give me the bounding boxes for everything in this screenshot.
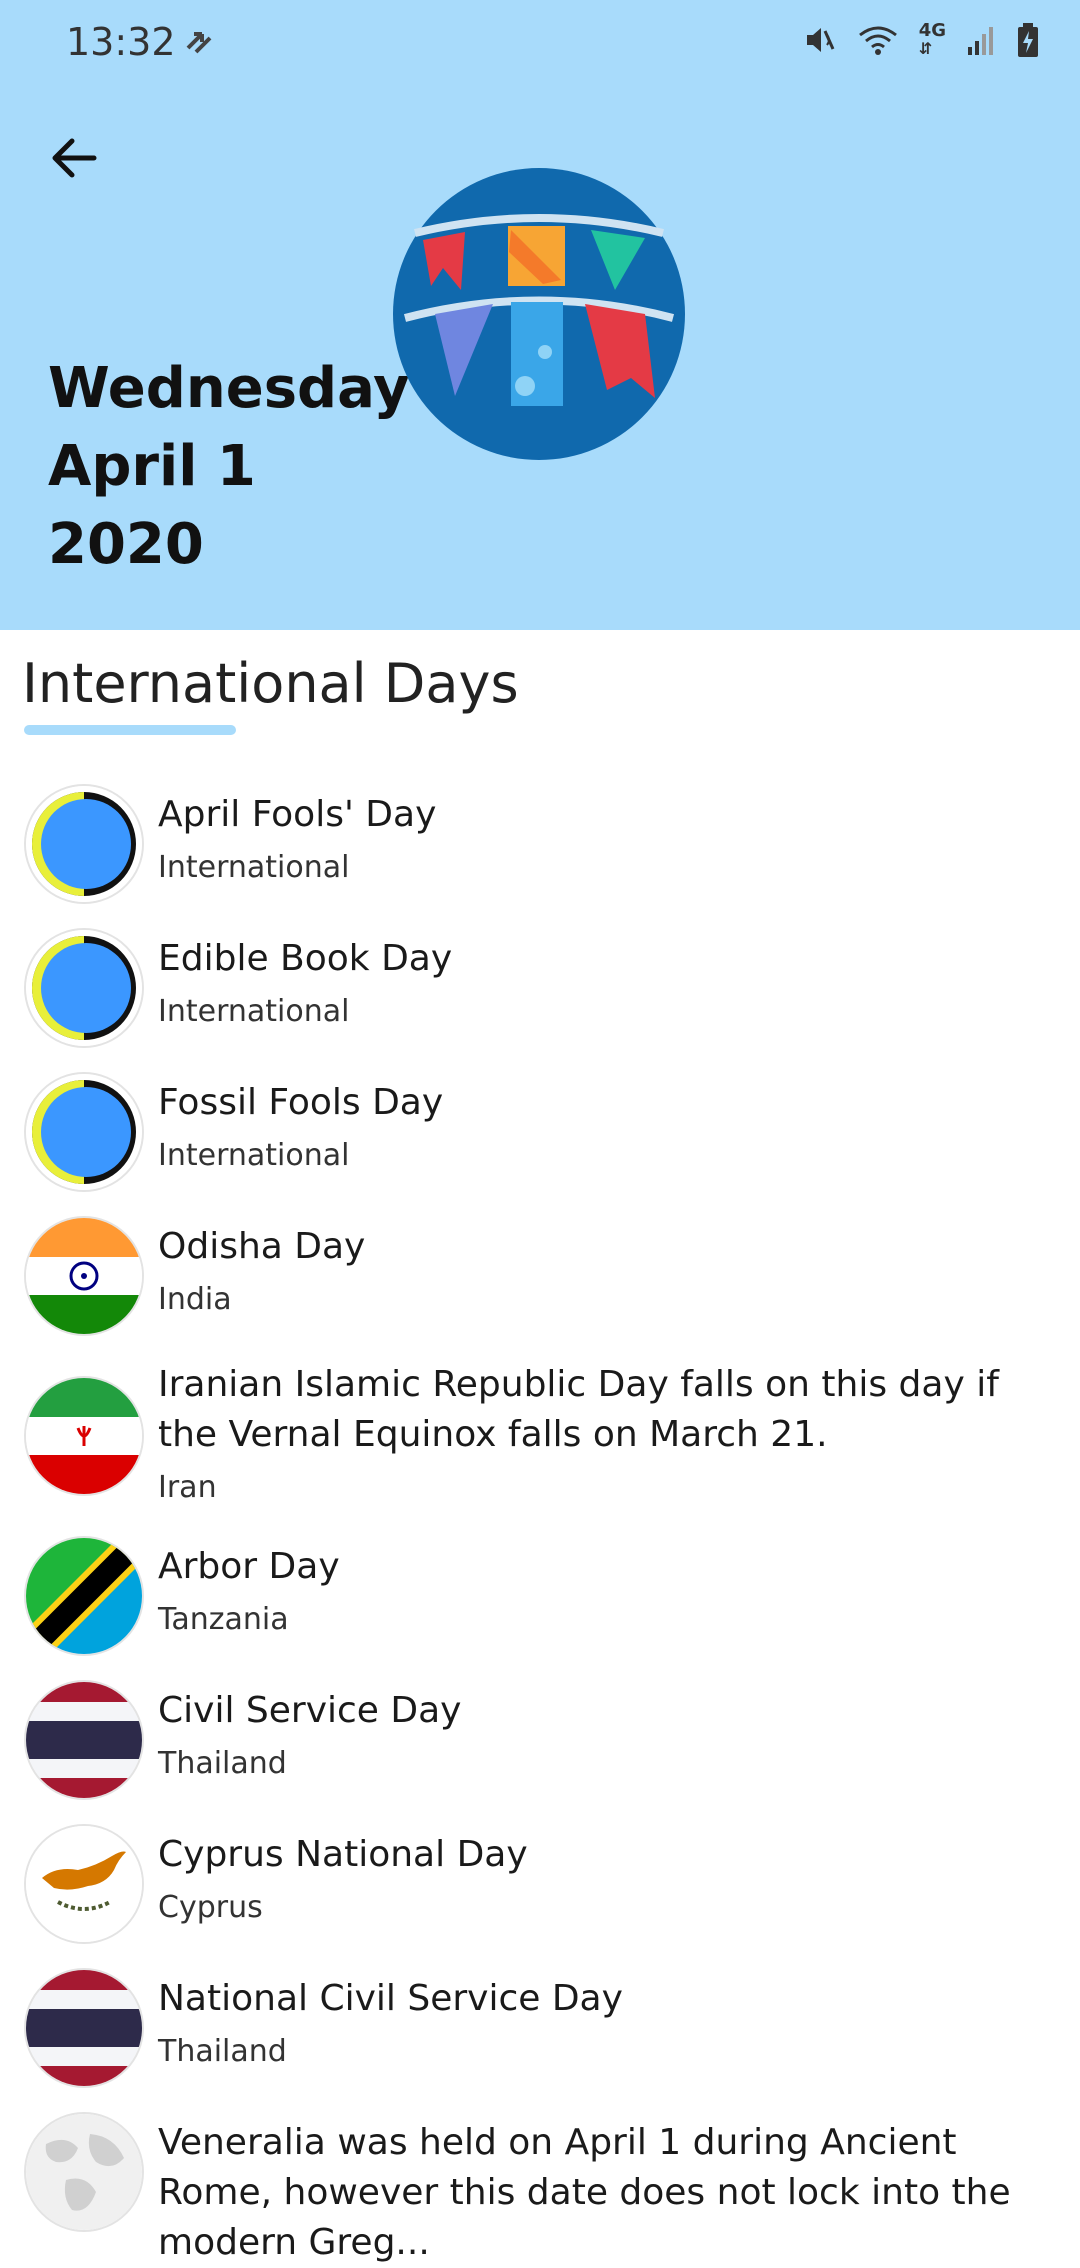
day-region: International <box>158 1138 350 1173</box>
day-name: Arbor Day <box>158 1546 340 1587</box>
year: 2020 <box>48 512 204 577</box>
day-name: Odisha Day <box>158 1226 366 1267</box>
arrow-left-icon[interactable] <box>46 130 102 186</box>
status-icons: 4G ⇵ <box>803 22 1040 58</box>
weekday: Wednesday <box>48 356 410 421</box>
globe-ring-icon <box>26 930 142 1046</box>
mobile-data-icon: 4G ⇵ <box>918 20 946 58</box>
list-item[interactable]: National Civil Service Day Thailand <box>0 1960 1080 2104</box>
day-name: Iranian Islamic Republic Day falls on th… <box>158 1364 999 1455</box>
mute-vibrate-icon <box>806 28 835 52</box>
list-item[interactable]: Odisha Day India <box>0 1208 1080 1352</box>
flag-cyprus-icon <box>26 1826 142 1942</box>
day-region: Thailand <box>158 2034 287 2069</box>
day-name: Edible Book Day <box>158 938 453 979</box>
date-heading: Wednesday April 1 2020 <box>48 350 410 584</box>
flag-iran-icon <box>26 1378 142 1494</box>
day-region: Thailand <box>158 1746 287 1781</box>
list-item[interactable]: Iranian Islamic Republic Day falls on th… <box>0 1352 1080 1528</box>
day-name: Cyprus National Day <box>158 1834 528 1875</box>
day-region: International <box>158 994 350 1029</box>
list-item[interactable]: April Fools' Day International <box>0 776 1080 920</box>
status-bar: 13:32 4G ⇵ <box>0 0 1080 90</box>
day-region: India <box>158 1282 232 1317</box>
list-item[interactable]: Edible Book Day International <box>0 920 1080 1064</box>
day-name: National Civil Service Day <box>158 1978 623 2019</box>
world-globe-icon <box>26 2114 142 2230</box>
section-title: International Days <box>22 652 519 715</box>
wifi-icon <box>858 26 897 55</box>
bunting-flags-icon <box>393 168 685 460</box>
flag-thailand-icon <box>26 1970 142 2086</box>
header: 13:32 4G ⇵ Wednesday April 1 2020 <box>0 0 1080 630</box>
day-region: International <box>158 850 350 885</box>
month-day: April 1 <box>48 434 256 499</box>
day-name: Civil Service Day <box>158 1690 462 1731</box>
day-name: Veneralia was held on April 1 during Anc… <box>158 2122 1011 2263</box>
signal-icon <box>968 27 993 55</box>
section-underline <box>24 725 236 735</box>
day-region: Iran <box>158 1470 217 1505</box>
globe-ring-icon <box>26 1074 142 1190</box>
sync-icon <box>186 32 212 54</box>
globe-ring-icon <box>26 786 142 902</box>
network-label: 4G <box>918 20 946 41</box>
day-name: Fossil Fools Day <box>158 1082 444 1123</box>
battery-charging-icon <box>1018 23 1038 57</box>
status-time: 13:32 <box>66 20 176 64</box>
list-item[interactable]: Arbor Day Tanzania <box>0 1528 1080 1672</box>
flag-india-icon <box>26 1218 142 1334</box>
day-region: Tanzania <box>158 1602 289 1637</box>
list-item[interactable]: Veneralia was held on April 1 during Anc… <box>0 2104 1080 2263</box>
list-item[interactable]: Civil Service Day Thailand <box>0 1672 1080 1816</box>
day-region: Cyprus <box>158 1890 263 1925</box>
flag-thailand-icon <box>26 1682 142 1798</box>
list-item[interactable]: Cyprus National Day Cyprus <box>0 1816 1080 1960</box>
list-item[interactable]: Fossil Fools Day International <box>0 1064 1080 1208</box>
flag-tanzania-icon <box>26 1538 142 1654</box>
day-name: April Fools' Day <box>158 794 437 835</box>
